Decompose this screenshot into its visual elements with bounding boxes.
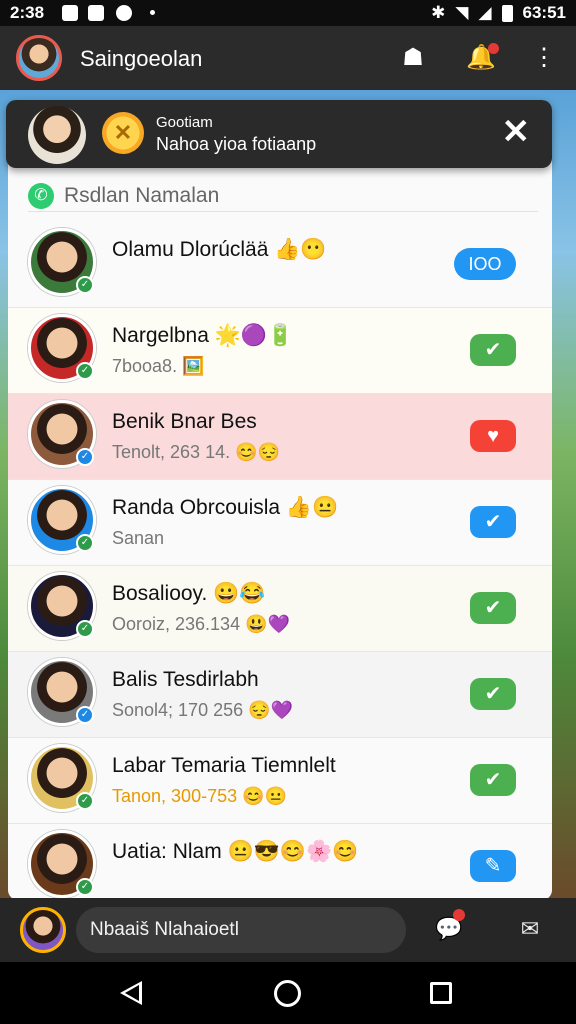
more-icon[interactable]: ⋮: [530, 44, 558, 72]
save-icon: [88, 5, 104, 21]
contact-action-button[interactable]: IOO: [454, 248, 516, 280]
contact-row[interactable]: ✓ Balis Tesdirlabh Sonol4; 170 256 😔💜 ✔: [8, 652, 552, 738]
status-time: 2:38: [10, 3, 45, 22]
send-icon[interactable]: ✉: [515, 914, 545, 944]
notification-dot: [150, 10, 155, 15]
contact-action-button[interactable]: ✎: [470, 850, 516, 882]
list-header: ✆ Rsdlan Namalan: [28, 180, 538, 212]
app-title: Saingoeolan: [80, 46, 203, 71]
profile-avatar[interactable]: [16, 35, 62, 81]
toast-message: Nahoa yioa fotiaanp: [156, 134, 317, 154]
contact-row[interactable]: ✓ Olamu Dlorúclää 👍😶 IOO: [8, 222, 552, 308]
contact-name: Bosaliooy. 😀😂: [112, 582, 266, 605]
verified-icon: ✓: [76, 792, 94, 810]
list-header-label: Rsdlan Namalan: [64, 184, 220, 207]
message-input[interactable]: Nbaaiš Nlahaioetl: [76, 907, 406, 953]
contact-name: Uatia: Nlam 😐😎😊🌸😊: [112, 840, 359, 863]
contact-status: Ooroiz, 236.134 😃💜: [112, 614, 290, 634]
verified-icon: ✓: [76, 878, 94, 896]
verified-icon: ✓: [76, 620, 94, 638]
coin-icon: ✕: [102, 112, 144, 154]
user-avatar[interactable]: [20, 907, 66, 953]
wifi-icon: ◥: [455, 3, 469, 22]
bottom-bar: Nbaaiš Nlahaioetl 💬 ✉: [0, 898, 576, 962]
battery-icon: [501, 4, 513, 22]
contact-action-button[interactable]: ✔: [470, 764, 516, 796]
status-right-time: 63:51: [522, 3, 566, 22]
verified-icon: ✓: [76, 276, 94, 294]
image-icon: [62, 5, 78, 21]
contact-status: Tenolt, 263 14. 😊😔: [112, 442, 280, 462]
bluetooth-icon: ✱: [431, 3, 446, 22]
app-bar: Saingoeolan ☗ 🔔 ⋮: [0, 26, 576, 90]
signal-icon: ◢: [478, 3, 492, 22]
chat-badge: [453, 909, 465, 921]
status-bar: 2:38 ✱ ◥ ◢ 63:51: [0, 0, 576, 26]
contact-name: Benik Bnar Bes: [112, 410, 257, 433]
contact-status: Tanon, 300-753 😊😐: [112, 786, 287, 806]
verified-icon: ✓: [76, 706, 94, 724]
phone-icon: ✆: [28, 183, 54, 209]
contact-row[interactable]: ✓ Randa Obrcouisla 👍😐 Sanan ✔: [8, 480, 552, 566]
recents-icon[interactable]: [430, 982, 452, 1004]
contact-action-button[interactable]: ♥: [470, 420, 516, 452]
contact-status: Sonol4; 170 256 😔💜: [112, 700, 293, 720]
contact-row[interactable]: ✓ Bosaliooy. 😀😂 Ooroiz, 236.134 😃💜 ✔: [8, 566, 552, 652]
contact-row[interactable]: ✓ Nargelbna 🌟🟣🔋 7booa8. 🖼️ ✔: [8, 308, 552, 394]
contact-name: Balis Tesdirlabh: [112, 668, 259, 691]
toast-title: Gootiam: [156, 114, 213, 131]
contact-name: Nargelbna 🌟🟣🔋: [112, 324, 294, 347]
verified-icon: ✓: [76, 534, 94, 552]
contact-status: 7booa8. 🖼️: [112, 356, 205, 376]
bell-badge: [488, 43, 499, 54]
verified-icon: ✓: [76, 362, 94, 380]
contact-action-button[interactable]: ✔: [470, 678, 516, 710]
notification-toast[interactable]: ✕ Gootiam Nahoa yioa fotiaanp ✕: [6, 100, 552, 168]
verified-icon: ✓: [76, 448, 94, 466]
back-icon[interactable]: [120, 981, 142, 1005]
account-icon[interactable]: ☗: [399, 44, 427, 72]
contact-name: Randa Obrcouisla 👍😐: [112, 496, 339, 519]
contact-action-button[interactable]: ✔: [470, 506, 516, 538]
contact-row[interactable]: ✓ Labar Temaria Tiemnlelt Tanon, 300-753 😊…: [8, 738, 552, 824]
contact-row[interactable]: ✓ Benik Bnar Bes Tenolt, 263 14. 😊😔 ♥: [8, 394, 552, 480]
contact-status: Sanan: [112, 528, 165, 548]
contact-name: Labar Temaria Tiemnlelt: [112, 754, 336, 777]
home-icon[interactable]: [274, 980, 301, 1007]
close-icon[interactable]: ✕: [502, 114, 531, 150]
toast-avatar: [28, 106, 86, 164]
contact-name: Olamu Dlorúclää 👍😶: [112, 238, 327, 261]
nav-bar: [0, 962, 576, 1024]
contact-action-button[interactable]: ✔: [470, 592, 516, 624]
circle-icon: [116, 5, 132, 21]
contact-action-button[interactable]: ✔: [470, 334, 516, 366]
